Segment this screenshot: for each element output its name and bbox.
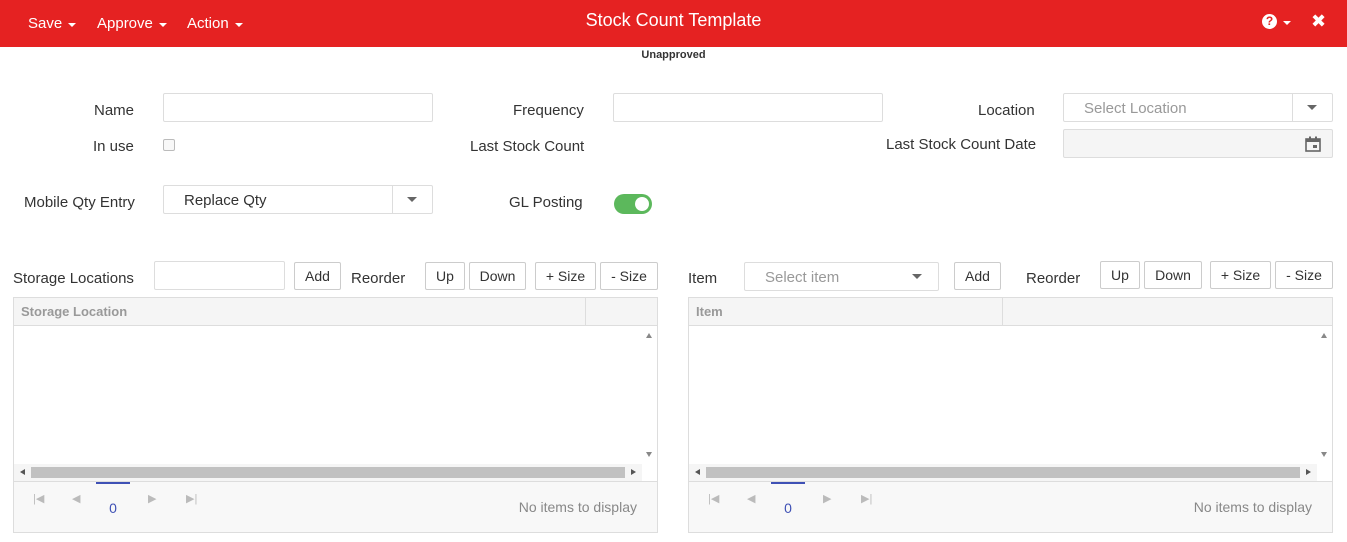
column-header-storage-location[interactable]: Storage Location [14, 298, 127, 325]
scroll-up-icon[interactable] [646, 333, 652, 338]
vertical-scrollbar[interactable] [1317, 326, 1332, 464]
storage-locations-label: Storage Locations [13, 270, 134, 287]
scrollbar-thumb[interactable] [31, 467, 625, 478]
add-item-button[interactable]: Add [954, 262, 1001, 290]
location-label: Location [978, 102, 1035, 119]
horizontal-scrollbar[interactable] [14, 464, 642, 481]
item-plus-size-button[interactable]: + Size [1210, 261, 1271, 289]
frequency-label: Frequency [513, 102, 584, 119]
mobile-qty-entry-select[interactable]: Replace Qty [163, 185, 433, 214]
scrollbar-thumb[interactable] [706, 467, 1300, 478]
scroll-right-icon[interactable] [1306, 469, 1311, 475]
grid-header: Storage Location [14, 298, 657, 326]
name-label: Name [94, 102, 135, 119]
horizontal-scrollbar[interactable] [689, 464, 1317, 481]
in-use-checkbox[interactable] [163, 139, 175, 151]
page-number[interactable]: 0 [771, 482, 805, 516]
reorder-label: Reorder [351, 270, 406, 287]
chevron-down-icon[interactable] [1292, 94, 1332, 121]
chevron-down-icon[interactable] [392, 186, 432, 213]
page-number[interactable]: 0 [96, 482, 130, 516]
item-up-button[interactable]: Up [1100, 261, 1140, 289]
scroll-left-icon[interactable] [20, 469, 25, 475]
scroll-left-icon[interactable] [695, 469, 700, 475]
item-down-button[interactable]: Down [1144, 261, 1202, 289]
storage-up-button[interactable]: Up [425, 262, 465, 290]
vertical-scrollbar[interactable] [642, 326, 657, 464]
gl-posting-toggle[interactable] [614, 194, 652, 214]
first-page-icon[interactable]: |◀ [708, 492, 719, 505]
storage-minus-size-button[interactable]: - Size [600, 262, 658, 290]
items-grid: Item |◀ ◀ 0 ▶ ▶| No items to display [688, 297, 1333, 533]
last-stock-count-date-label: Last Stock Count Date [886, 136, 1037, 153]
item-label: Item [688, 270, 718, 287]
item-placeholder: Select item [765, 269, 840, 286]
previous-page-icon[interactable]: ◀ [72, 492, 80, 505]
item-select[interactable]: Select item [744, 262, 939, 291]
next-page-icon[interactable]: ▶ [823, 492, 831, 505]
help-menu[interactable]: ? [1262, 14, 1291, 29]
page-title: Stock Count Template [585, 10, 762, 30]
last-page-icon[interactable]: ▶| [186, 492, 197, 505]
storage-plus-size-button[interactable]: + Size [535, 262, 596, 290]
location-select[interactable]: Select Location [1063, 93, 1333, 122]
pager-info: No items to display [1193, 499, 1312, 515]
mobile-qty-entry-label: Mobile Qty Entry [24, 194, 135, 211]
in-use-label: In use [93, 138, 134, 155]
frequency-field[interactable] [613, 93, 883, 122]
column-header-blank[interactable] [586, 298, 593, 325]
scroll-down-icon[interactable] [1321, 452, 1327, 457]
last-stock-count-date-field [1063, 129, 1333, 158]
status-label: Unapproved [641, 49, 706, 61]
last-stock-count-label: Last Stock Count [470, 138, 585, 155]
storage-locations-grid: Storage Location |◀ ◀ 0 ▶ ▶| No items to… [13, 297, 658, 533]
pager: |◀ ◀ 0 ▶ ▶| No items to display [14, 481, 657, 532]
first-page-icon[interactable]: |◀ [33, 492, 44, 505]
last-page-icon[interactable]: ▶| [861, 492, 872, 505]
pager: |◀ ◀ 0 ▶ ▶| No items to display [689, 481, 1332, 532]
previous-page-icon[interactable]: ◀ [747, 492, 755, 505]
storage-down-button[interactable]: Down [469, 262, 526, 290]
top-bar: Save Approve Action Stock Count Template… [0, 0, 1347, 47]
calendar-icon[interactable] [1305, 136, 1321, 152]
column-header-blank[interactable] [1003, 298, 1010, 325]
scroll-up-icon[interactable] [1321, 333, 1327, 338]
pager-info: No items to display [518, 499, 637, 515]
next-page-icon[interactable]: ▶ [148, 492, 156, 505]
location-placeholder: Select Location [1084, 100, 1187, 117]
close-icon[interactable]: ✖ [1311, 11, 1326, 32]
add-storage-location-button[interactable]: Add [294, 262, 341, 290]
chevron-down-icon[interactable] [898, 263, 938, 290]
gl-posting-label: GL Posting [509, 194, 583, 211]
question-circle-icon: ? [1262, 14, 1277, 29]
mobile-qty-entry-value: Replace Qty [184, 192, 267, 209]
chevron-down-icon [1283, 20, 1291, 25]
name-field[interactable] [163, 93, 433, 122]
scroll-right-icon[interactable] [631, 469, 636, 475]
grid-header: Item [689, 298, 1332, 326]
reorder-label: Reorder [1026, 270, 1081, 287]
toggle-knob [635, 197, 649, 211]
column-header-item[interactable]: Item [689, 298, 723, 325]
scroll-down-icon[interactable] [646, 452, 652, 457]
storage-location-input[interactable] [154, 261, 285, 290]
item-minus-size-button[interactable]: - Size [1275, 261, 1333, 289]
